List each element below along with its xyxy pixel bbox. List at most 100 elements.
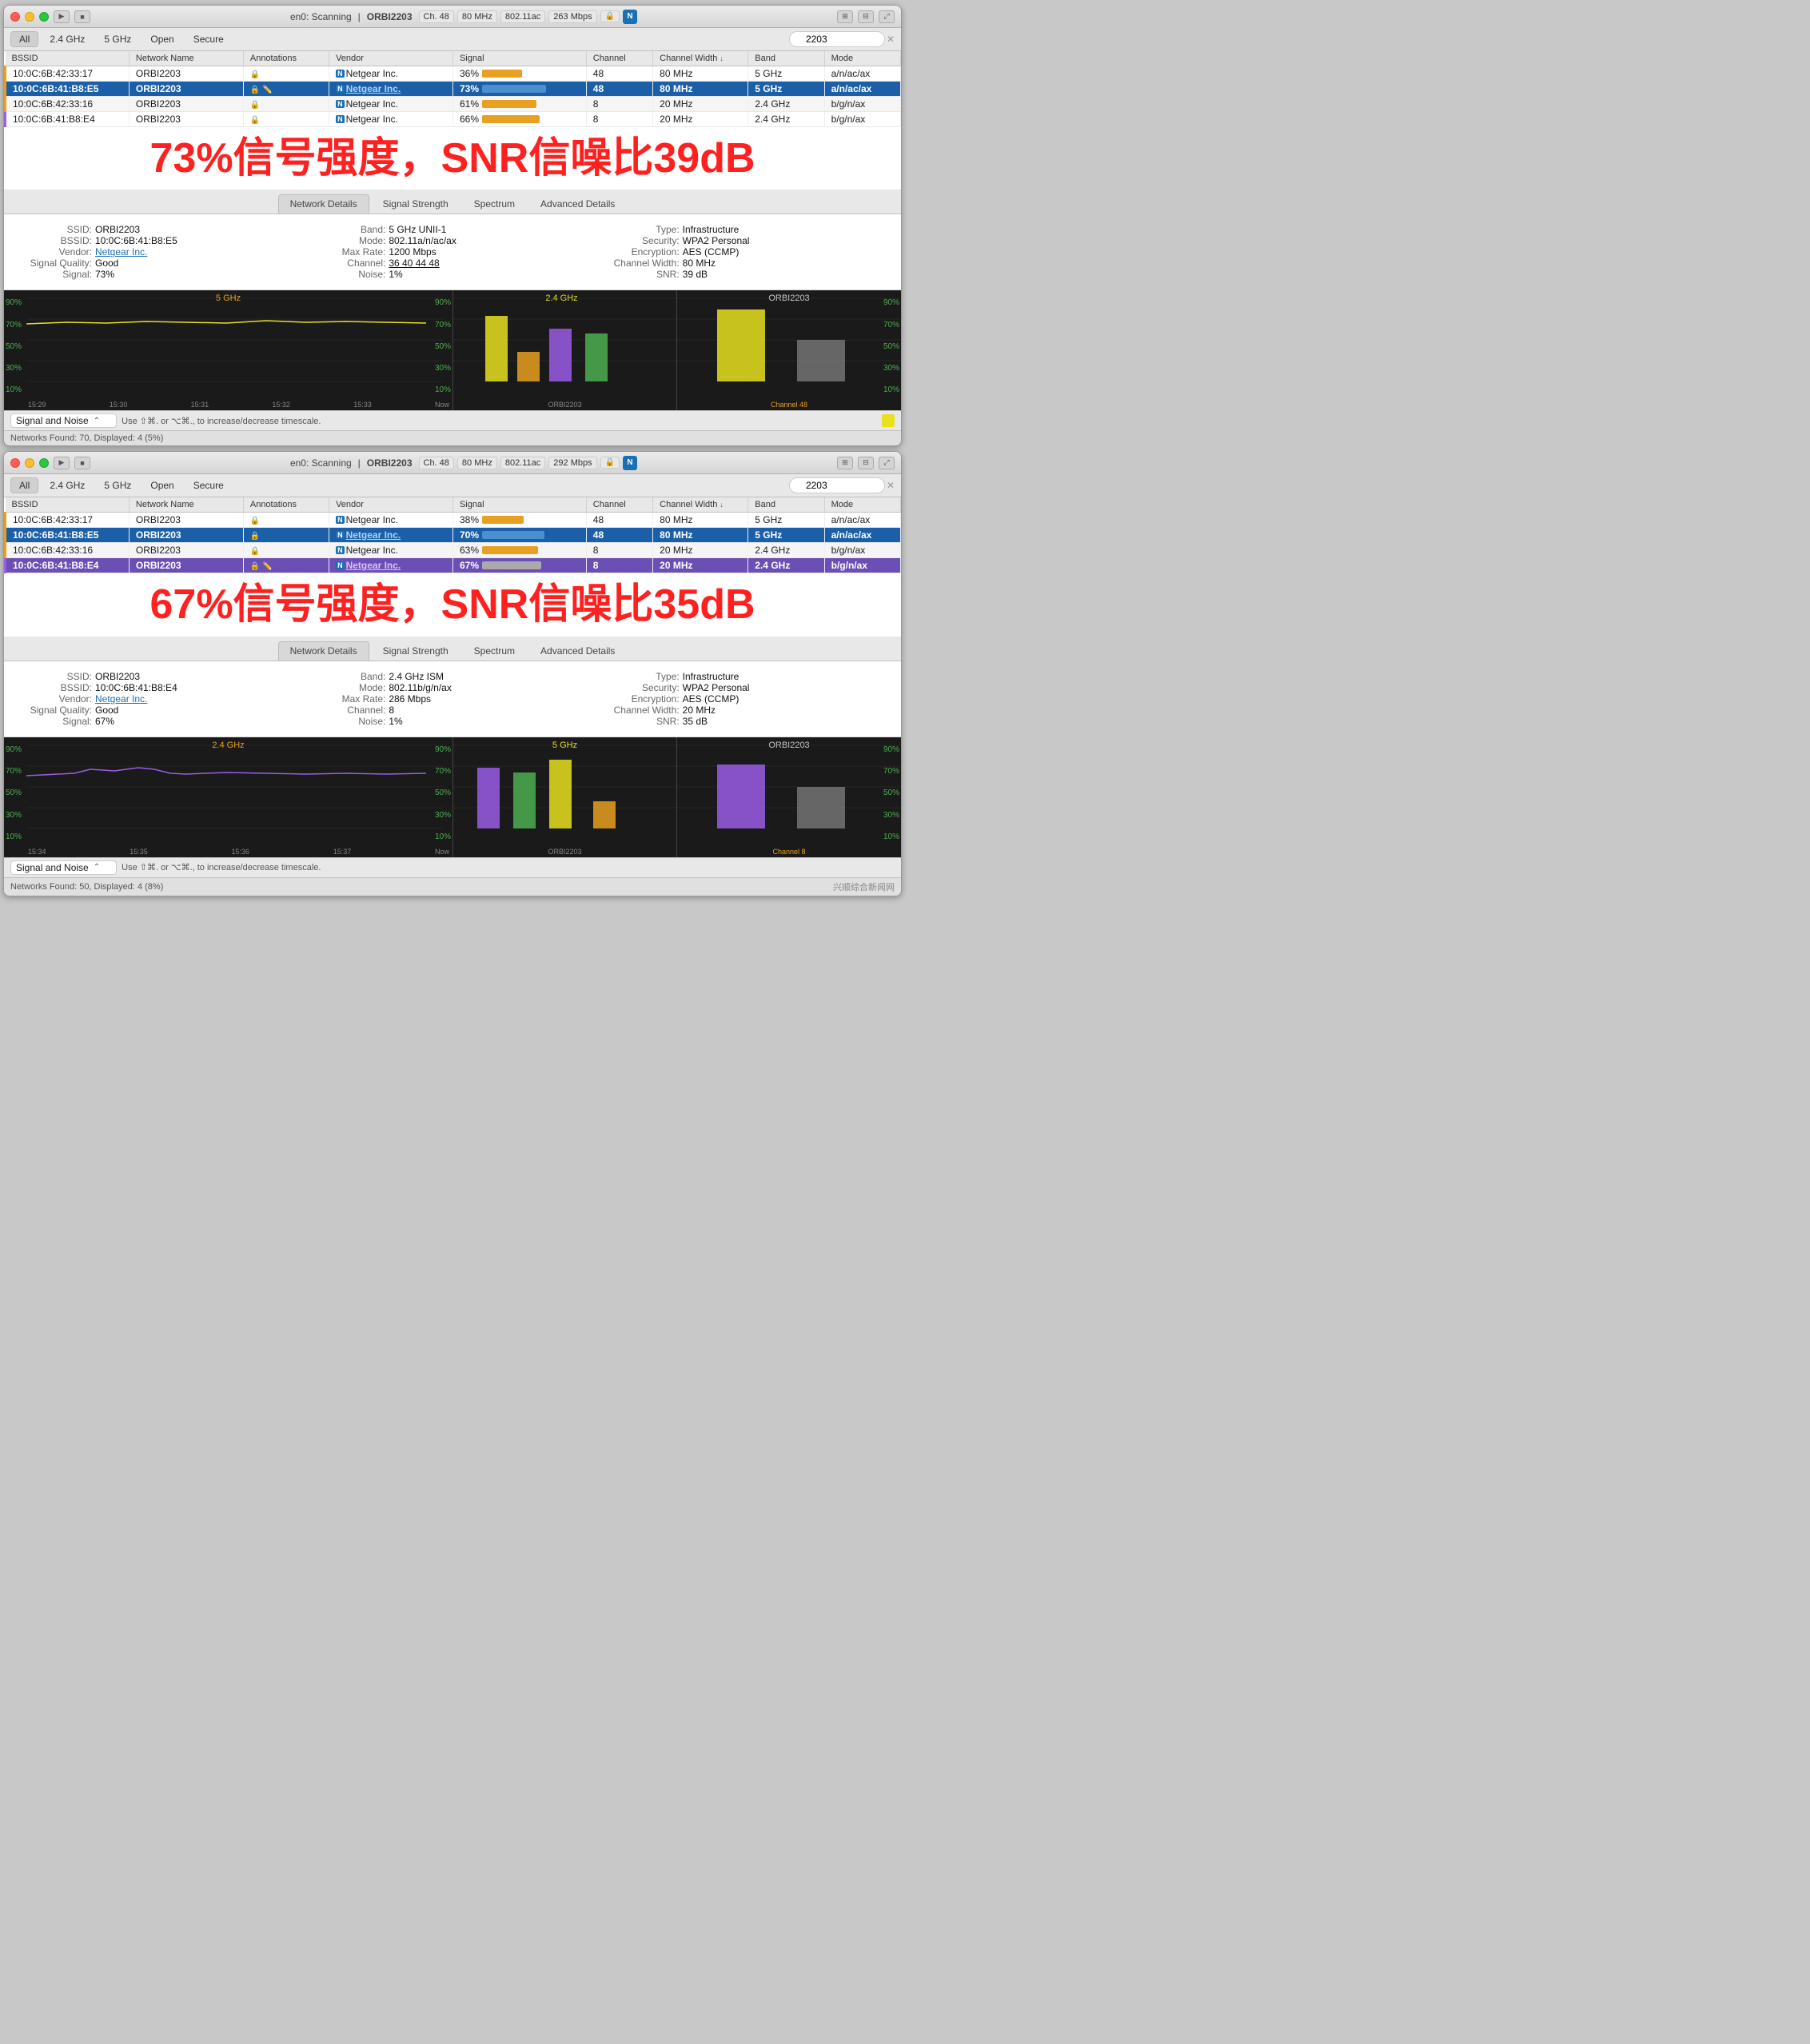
signal-chart-svg-1 xyxy=(26,298,443,402)
stop-button-2[interactable]: ■ xyxy=(74,457,90,469)
table-row[interactable]: 10:0C:6B:42:33:16 ORBI2203 🔒 N Netgear I… xyxy=(6,543,901,558)
filter-all-1[interactable]: All xyxy=(10,31,38,47)
th-vendor-2[interactable]: Vendor xyxy=(329,497,453,513)
th-bssid-1[interactable]: BSSID xyxy=(6,51,130,66)
filter-all-2[interactable]: All xyxy=(10,477,38,493)
cell-ann: 🔒 xyxy=(243,112,329,127)
tab-network-details-1[interactable]: Network Details xyxy=(278,194,369,214)
vendor-link-2[interactable]: Netgear Inc. xyxy=(95,693,147,705)
status-bar-1: Networks Found: 70, Displayed: 4 (5%) xyxy=(4,430,901,445)
clear-search-2[interactable]: ✕ xyxy=(887,480,895,491)
table-row[interactable]: 10:0C:6B:42:33:17 ORBI2203 🔒 N Netgear I… xyxy=(6,513,901,528)
th-ann-1[interactable]: Annotations xyxy=(243,51,329,66)
table-row[interactable]: 10:0C:6B:41:B8:E5 ORBI2203 🔒 NNetgear In… xyxy=(6,528,901,543)
win-full-btn[interactable]: ⤢ xyxy=(879,10,895,23)
cell-mode: b/g/n/ax xyxy=(824,543,900,558)
th-name-1[interactable]: Network Name xyxy=(129,51,243,66)
th-width-1[interactable]: Channel Width ↓ xyxy=(653,51,748,66)
cell-bssid: 10:0C:6B:41:B8:E5 xyxy=(6,528,130,543)
cell-name: ORBI2203 xyxy=(129,558,243,573)
th-bssid-2[interactable]: BSSID xyxy=(6,497,130,513)
th-channel-1[interactable]: Channel xyxy=(586,51,652,66)
table-row[interactable]: 10:0C:6B:42:33:17 ORBI2203 🔒 N Netgear I… xyxy=(6,66,901,82)
title-sep-1: | xyxy=(358,11,361,22)
chart-network-2: ORBI2203 Channel 8 90% 70% 50% 30% 10% xyxy=(677,737,901,857)
cell-vendor: NNetgear Inc. xyxy=(329,528,453,543)
cell-vendor: N Netgear Inc. xyxy=(329,543,453,558)
chart-y-labels-2: 90% 70% 50% 30% 10% xyxy=(6,745,22,841)
close-button-2[interactable] xyxy=(10,458,20,468)
win-split-btn-2[interactable]: ⊟ xyxy=(858,457,874,469)
minimize-button[interactable] xyxy=(25,12,34,22)
th-vendor-1[interactable]: Vendor xyxy=(329,51,453,66)
cell-band: 5 GHz xyxy=(748,528,824,543)
tab-advanced-2[interactable]: Advanced Details xyxy=(528,641,627,661)
spectrum-x-label-1: ORBI2203 xyxy=(453,401,676,409)
tab-spectrum-2[interactable]: Spectrum xyxy=(462,641,527,661)
filter-open-1[interactable]: Open xyxy=(142,32,181,46)
search-input-1[interactable] xyxy=(789,31,885,47)
network-table-2: BSSID Network Name Annotations Vendor Si… xyxy=(4,497,901,573)
spectrum-title-2: 5 GHz xyxy=(552,741,577,750)
vendor-link-1[interactable]: Netgear Inc. xyxy=(95,246,147,257)
table-row[interactable]: 10:0C:6B:41:B8:E5 ORBI2203 🔒 ✏️ N Netgea… xyxy=(6,82,901,97)
win-tile-btn-2[interactable]: ⊞ xyxy=(837,457,853,469)
th-width-2[interactable]: Channel Width ↓ xyxy=(653,497,748,513)
th-channel-2[interactable]: Channel xyxy=(586,497,652,513)
title-badges-1: Ch. 48 80 MHz 802.11ac 263 Mbps 🔒 N xyxy=(419,10,638,24)
chart-main-2: 90% 70% 50% 30% 10% 90% 70% 50% 30% 10% xyxy=(4,737,453,857)
cell-bssid: 10:0C:6B:41:B8:E5 xyxy=(6,82,130,97)
tab-spectrum-1[interactable]: Spectrum xyxy=(462,194,527,214)
filter-open-2[interactable]: Open xyxy=(142,478,181,493)
filter-5g-2[interactable]: 5 GHz xyxy=(96,478,139,493)
filter-secure-2[interactable]: Secure xyxy=(185,478,232,493)
th-name-2[interactable]: Network Name xyxy=(129,497,243,513)
cell-signal: 66% xyxy=(452,112,586,127)
spectrum-svg-2 xyxy=(453,745,676,849)
th-signal-1[interactable]: Signal xyxy=(452,51,586,66)
filter-2g-2[interactable]: 2.4 GHz xyxy=(42,478,93,493)
filter-5g-1[interactable]: 5 GHz xyxy=(96,32,139,46)
close-button[interactable] xyxy=(10,12,20,22)
tab-advanced-1[interactable]: Advanced Details xyxy=(528,194,627,214)
stop-button[interactable]: ■ xyxy=(74,10,90,23)
cell-chanwidth: 80 MHz xyxy=(653,82,748,97)
filter-2g-1[interactable]: 2.4 GHz xyxy=(42,32,93,46)
win-split-btn[interactable]: ⊟ xyxy=(858,10,874,23)
badge-mhz-2: 80 MHz xyxy=(457,457,497,469)
table-row[interactable]: 10:0C:6B:41:B8:E4 ORBI2203 🔒 N Netgear I… xyxy=(6,112,901,127)
cell-name: ORBI2203 xyxy=(129,97,243,112)
play-button[interactable]: ▶ xyxy=(54,10,70,23)
bottom-dropdown-2[interactable]: Signal and Noise ⌃ xyxy=(10,860,117,875)
th-band-1[interactable]: Band xyxy=(748,51,824,66)
bottom-dropdown-1[interactable]: Signal and Noise ⌃ xyxy=(10,413,117,428)
th-mode-2[interactable]: Mode xyxy=(824,497,900,513)
th-mode-1[interactable]: Mode xyxy=(824,51,900,66)
win-tile-btn[interactable]: ⊞ xyxy=(837,10,853,23)
cell-name: ORBI2203 xyxy=(129,513,243,528)
table-row[interactable]: 10:0C:6B:41:B8:E4 ORBI2203 🔒 ✏️ NNetgear… xyxy=(6,558,901,573)
tab-network-details-2[interactable]: Network Details xyxy=(278,641,369,661)
play-button-2[interactable]: ▶ xyxy=(54,457,70,469)
maximize-button-2[interactable] xyxy=(39,458,49,468)
th-band-2[interactable]: Band xyxy=(748,497,824,513)
filter-tabs-2: All 2.4 GHz 5 GHz Open Secure xyxy=(10,477,232,493)
cell-ann: 🔒 ✏️ xyxy=(243,558,329,573)
chart-x-labels-1: 15:29 15:30 15:31 15:32 15:33 Now xyxy=(28,401,449,409)
th-ann-2[interactable]: Annotations xyxy=(243,497,329,513)
table-row[interactable]: 10:0C:6B:42:33:16 ORBI2203 🔒 N Netgear I… xyxy=(6,97,901,112)
cell-chanwidth: 80 MHz xyxy=(653,66,748,82)
dropdown-label-2: Signal and Noise xyxy=(16,862,89,873)
title-ssid-2: ORBI2203 xyxy=(367,457,413,469)
badge-mhz-1: 80 MHz xyxy=(457,10,497,23)
filter-secure-1[interactable]: Secure xyxy=(185,32,232,46)
win-full-btn-2[interactable]: ⤢ xyxy=(879,457,895,469)
maximize-button[interactable] xyxy=(39,12,49,22)
clear-search-1[interactable]: ✕ xyxy=(887,34,895,45)
tab-signal-strength-1[interactable]: Signal Strength xyxy=(371,194,460,214)
th-signal-2[interactable]: Signal xyxy=(452,497,586,513)
search-input-2[interactable] xyxy=(789,477,885,493)
minimize-button-2[interactable] xyxy=(25,458,34,468)
tab-signal-strength-2[interactable]: Signal Strength xyxy=(371,641,460,661)
spectrum-x-label-2: ORBI2203 xyxy=(453,848,676,856)
